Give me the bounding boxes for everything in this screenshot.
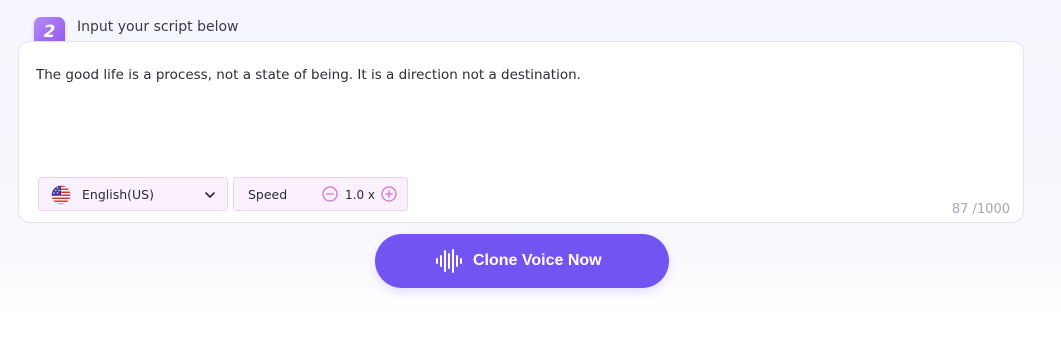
speed-control: Speed 1.0 x bbox=[233, 177, 408, 211]
language-label: English(US) bbox=[82, 187, 154, 202]
script-card: The good life is a process, not a state … bbox=[18, 41, 1024, 223]
language-select[interactable]: English(US) bbox=[38, 177, 228, 211]
character-count: 87 /1000 bbox=[951, 202, 1010, 217]
clone-voice-button[interactable]: Clone Voice Now bbox=[375, 234, 669, 288]
plus-circle-icon[interactable] bbox=[381, 186, 397, 202]
us-flag-icon bbox=[51, 185, 71, 205]
speed-label: Speed bbox=[248, 187, 288, 202]
speed-value: 1.0 x bbox=[345, 188, 375, 202]
step-title: Input your script below bbox=[77, 19, 239, 35]
sound-wave-icon bbox=[436, 249, 462, 273]
chevron-down-icon bbox=[205, 192, 215, 198]
script-textarea[interactable]: The good life is a process, not a state … bbox=[36, 65, 996, 85]
minus-circle-icon[interactable] bbox=[322, 186, 338, 202]
clone-voice-label: Clone Voice Now bbox=[473, 252, 602, 269]
